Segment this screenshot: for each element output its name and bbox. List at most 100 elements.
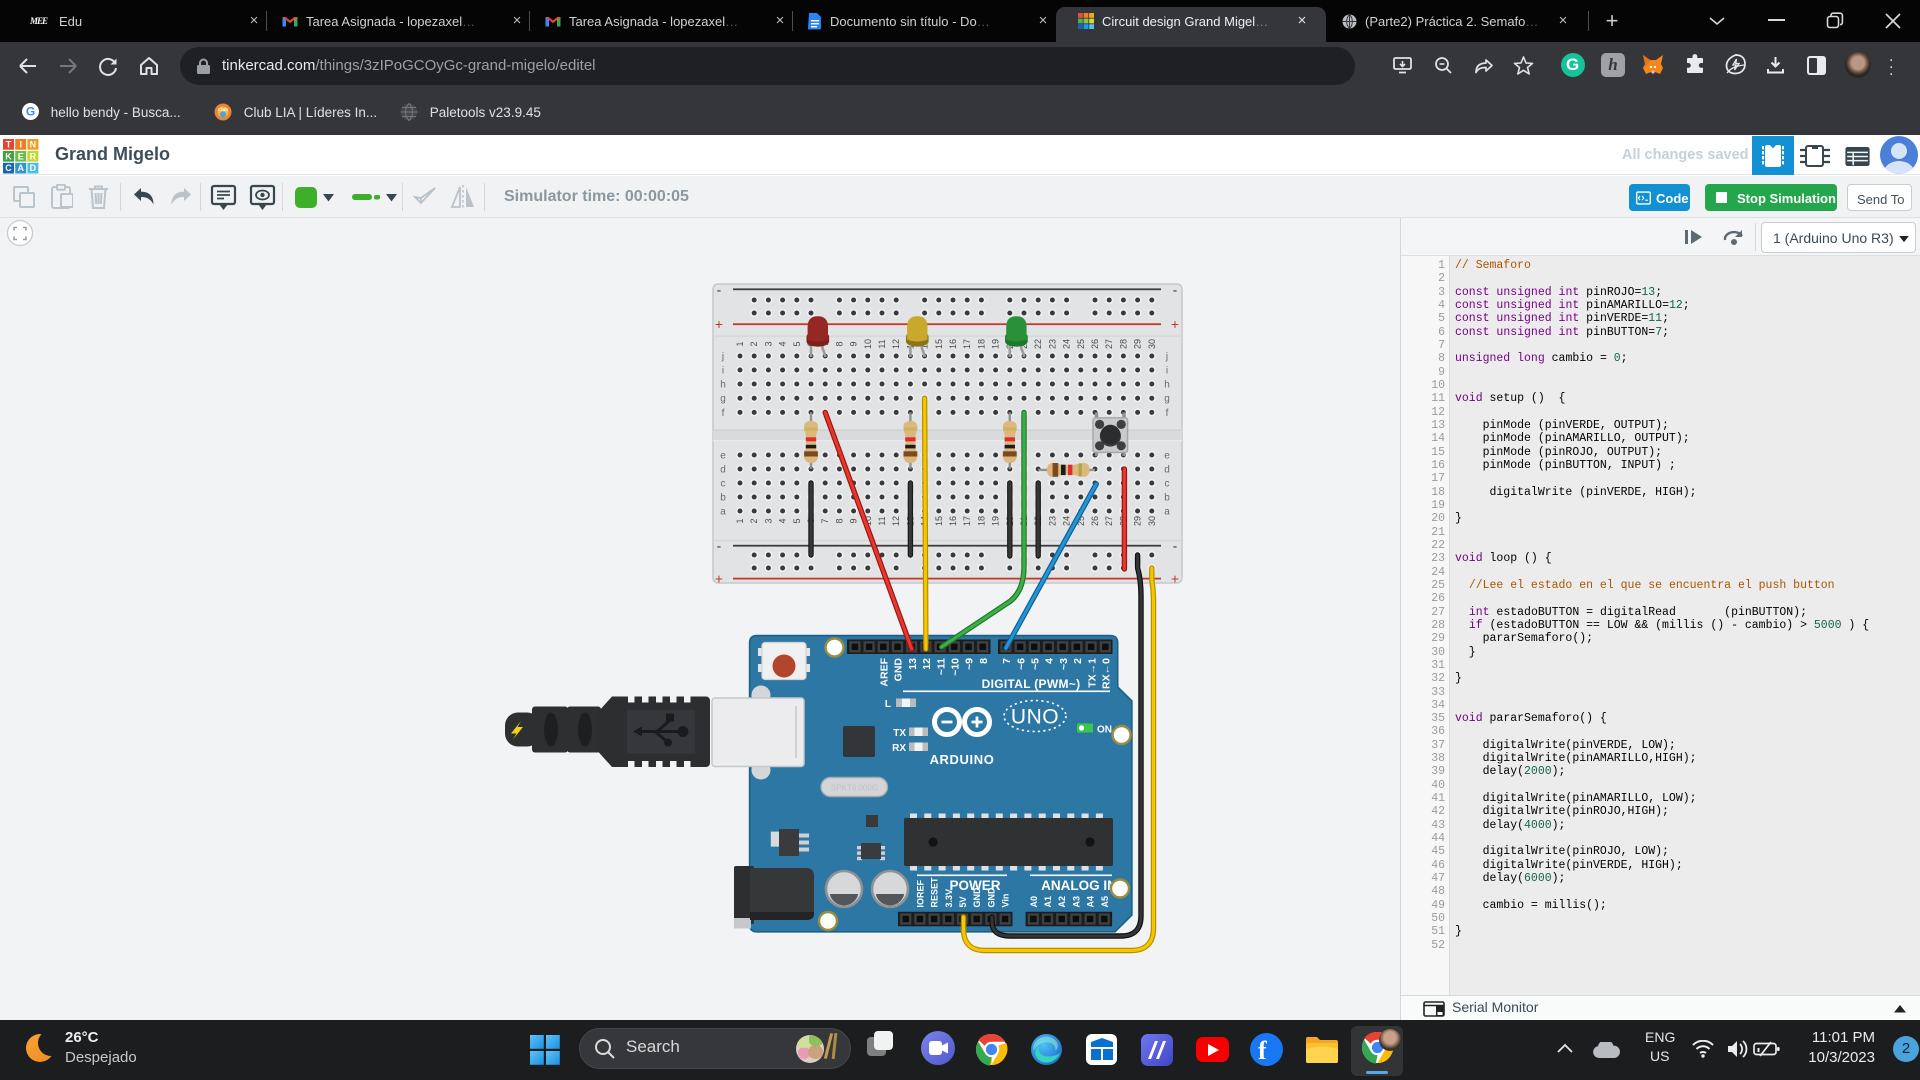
svg-text:2: 2 (749, 341, 759, 346)
svg-text:4: 4 (778, 518, 788, 523)
svg-text:j: j (1165, 352, 1168, 363)
svg-text:GND: GND (893, 658, 905, 682)
svg-text:~10: ~10 (950, 658, 962, 676)
svg-text:j: j (721, 352, 724, 363)
svg-text:ARDUINO: ARDUINO (930, 752, 995, 767)
svg-text:25: 25 (1076, 339, 1086, 349)
svg-text:i: i (1166, 366, 1168, 377)
svg-text:IOREF: IOREF (915, 879, 925, 907)
svg-text:-: - (717, 538, 722, 554)
svg-text:G: G (26, 105, 35, 119)
svg-text:e: e (720, 451, 726, 462)
svg-text:c: c (721, 479, 726, 490)
svg-text:RX: RX (892, 743, 906, 754)
svg-text:h: h (720, 380, 726, 391)
svg-text:~6: ~6 (1015, 658, 1027, 670)
svg-text:b: b (1164, 493, 1170, 504)
svg-text:26: 26 (1090, 516, 1100, 526)
svg-text:f: f (722, 408, 725, 419)
svg-text:12: 12 (891, 516, 901, 526)
svg-text:+: + (715, 316, 723, 332)
svg-text:A2: A2 (1057, 896, 1067, 908)
svg-text:A5: A5 (1100, 896, 1110, 908)
svg-text:8: 8 (834, 341, 844, 346)
svg-text:18: 18 (976, 339, 986, 349)
svg-text:h: h (1164, 380, 1170, 391)
svg-text:11: 11 (877, 339, 887, 348)
svg-text:b: b (720, 493, 726, 504)
svg-text:4: 4 (778, 341, 788, 346)
svg-text:~9: ~9 (964, 658, 976, 670)
svg-text:12: 12 (921, 658, 933, 670)
svg-text:TX: TX (893, 728, 906, 739)
svg-text:L: L (885, 699, 891, 710)
svg-text:22: 22 (1033, 339, 1043, 349)
svg-text:17: 17 (962, 516, 972, 526)
svg-text:f: f (1166, 408, 1169, 419)
svg-text:C: C (5, 163, 12, 173)
svg-text:A: A (17, 163, 24, 173)
svg-text:1: 1 (735, 518, 745, 523)
svg-text:-: - (1173, 538, 1178, 554)
svg-text:-: - (717, 281, 722, 297)
svg-text:8: 8 (834, 518, 844, 523)
svg-text:RX←0: RX←0 (1101, 658, 1113, 689)
svg-text:1: 1 (735, 341, 745, 346)
svg-text:9: 9 (849, 341, 859, 346)
svg-text:R: R (30, 151, 37, 161)
svg-text:5: 5 (792, 341, 802, 346)
svg-text:g: g (720, 394, 726, 405)
svg-text:19: 19 (991, 339, 1001, 349)
svg-text:16: 16 (948, 339, 958, 349)
svg-text:10: 10 (863, 339, 873, 349)
svg-text:~5: ~5 (1030, 658, 1042, 670)
svg-text:K: K (5, 151, 12, 161)
svg-text:15: 15 (934, 339, 944, 349)
svg-text:UNO: UNO (1011, 706, 1059, 729)
svg-text:+: + (1171, 316, 1179, 332)
svg-text:d: d (720, 465, 726, 476)
svg-text:Club: Club (218, 107, 228, 112)
svg-text:T: T (6, 139, 12, 149)
svg-text:I: I (19, 139, 22, 149)
svg-text:2: 2 (749, 518, 759, 523)
svg-text:ON: ON (1097, 725, 1112, 736)
svg-text:2: 2 (1072, 658, 1084, 664)
svg-text:13: 13 (907, 658, 919, 670)
svg-text:27: 27 (1104, 516, 1114, 526)
svg-text:5: 5 (792, 518, 802, 523)
svg-text:N: N (30, 139, 37, 149)
svg-text:+: + (1171, 571, 1179, 587)
svg-text:30: 30 (1147, 516, 1157, 526)
svg-text:A3: A3 (1071, 896, 1081, 908)
svg-text:A4: A4 (1086, 896, 1096, 908)
svg-text:28: 28 (1118, 339, 1128, 349)
svg-text:+: + (715, 571, 723, 587)
svg-text:g: g (1164, 394, 1170, 405)
svg-text:8: 8 (978, 658, 990, 664)
svg-text:AREF: AREF (879, 657, 891, 686)
svg-text:TX→1: TX→1 (1086, 658, 1098, 688)
svg-text:19: 19 (991, 516, 1001, 526)
svg-text:ANALOG IN: ANALOG IN (1041, 878, 1117, 893)
svg-text:A0: A0 (1029, 896, 1039, 908)
svg-text:7: 7 (820, 518, 830, 523)
svg-text:d: d (1164, 465, 1170, 476)
svg-text:15: 15 (934, 516, 944, 526)
svg-text:i: i (722, 366, 724, 377)
svg-text:Vin: Vin (1001, 894, 1011, 908)
svg-text:~11: ~11 (935, 658, 947, 675)
svg-text:A1: A1 (1043, 896, 1053, 908)
svg-text:24: 24 (1062, 516, 1072, 526)
svg-text:9: 9 (849, 518, 859, 523)
svg-text:5V: 5V (958, 896, 968, 907)
svg-text:3: 3 (763, 518, 773, 523)
svg-text:24: 24 (1062, 339, 1072, 349)
svg-text:26: 26 (1090, 339, 1100, 349)
svg-text:23: 23 (1047, 339, 1057, 349)
svg-text:29: 29 (1133, 516, 1143, 526)
svg-text:11: 11 (877, 516, 887, 525)
svg-text:a: a (1164, 507, 1170, 518)
svg-text:e: e (1164, 451, 1170, 462)
svg-text:18: 18 (976, 516, 986, 526)
